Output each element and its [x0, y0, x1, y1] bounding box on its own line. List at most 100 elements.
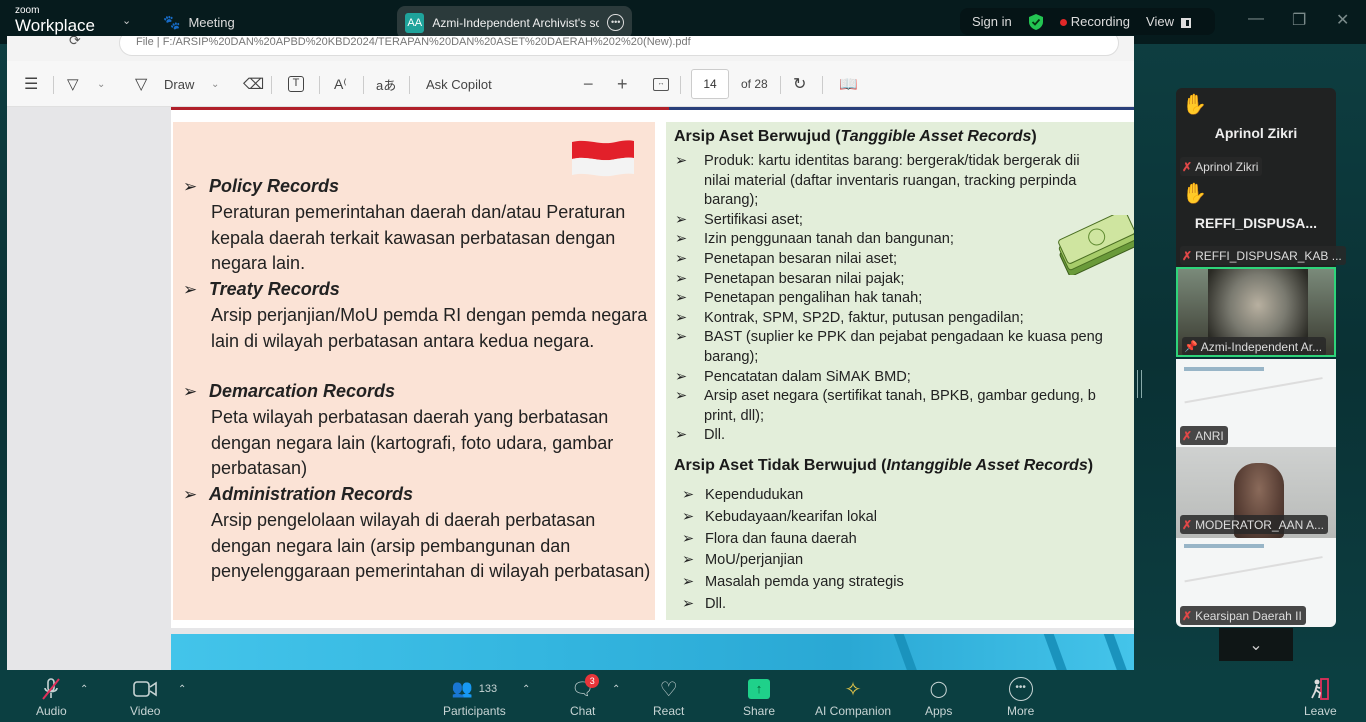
participant-name: Aprinol Zikri	[1195, 159, 1259, 174]
zoom-out-icon[interactable]: −	[583, 61, 594, 107]
sharer-avatar: AA	[405, 12, 425, 33]
chat-icon-wrap: 🗨 3	[571, 674, 600, 702]
participants-gallery: ✋ Aprinol Zikri ✗ Aprinol Zikri ✋ REFFI_D…	[1176, 88, 1346, 627]
item-text: Penetapan pengalihan hak tanah;	[704, 290, 923, 307]
url-field[interactable]: File | F:/ARSIP%20DAN%20APBD%20KBD2024/T…	[119, 36, 1119, 56]
chat-options-caret[interactable]: ⌃	[612, 684, 620, 695]
paw-icon: 🐾	[163, 14, 181, 30]
arrow-bullet-icon: ➢	[682, 508, 695, 525]
title-text: Arsip Aset Berwujud (	[674, 128, 841, 145]
item-text: Sertifikasi aset;	[704, 211, 803, 228]
participant-nametag[interactable]: ✗ ANRI	[1180, 426, 1228, 445]
chat-label: Chat	[570, 704, 596, 718]
demarcation-records-item: Demarcation Records Peta wilayah perbata…	[183, 379, 653, 482]
section-heading: Administration Records	[183, 482, 653, 508]
thumbnail-decor	[1184, 556, 1328, 610]
thumbnail-decor	[1184, 377, 1328, 431]
video-button[interactable]: Video	[130, 676, 160, 718]
item-text: barang);	[704, 348, 759, 365]
mic-muted-icon	[40, 676, 62, 702]
tangible-list-item: print, dll);	[674, 407, 1103, 427]
eraser-icon[interactable]: ⌫	[243, 61, 264, 107]
chevron-down-icon[interactable]: ⌄	[211, 61, 219, 107]
text-box-icon[interactable]: T	[288, 61, 304, 107]
rotate-icon[interactable]: ↻	[793, 61, 806, 107]
fit-width-icon[interactable]: ↔	[653, 61, 669, 107]
translate-icon[interactable]: aあ	[376, 61, 396, 107]
draw-button[interactable]: Draw	[164, 61, 194, 107]
participant-nametag[interactable]: ✗ Aprinol Zikri	[1180, 157, 1263, 176]
participant-nametag[interactable]: ✗ Kearsipan Daerah II	[1180, 606, 1306, 625]
view-label: View	[1146, 14, 1174, 29]
participant-name: MODERATOR_AAN A...	[1195, 517, 1324, 532]
tangible-list-item: ➢ Sertifikasi aset;	[674, 211, 1103, 231]
raised-hand-icon: ✋	[1182, 94, 1207, 116]
tangible-list-item: ➢ Penetapan besaran nilai pajak;	[674, 270, 1103, 290]
address-bar: ⟳ File | F:/ARSIP%20DAN%20APBD%20KBD2024…	[7, 36, 1134, 61]
zoom-workplace-logo[interactable]: zoom Workplace	[15, 6, 95, 35]
close-icon[interactable]: ✕	[1336, 10, 1349, 30]
tangible-list-item: ➢ Kontrak, SPM, SP2D, faktur, putusan pen…	[674, 309, 1103, 329]
arrow-bullet-icon: ➢	[675, 309, 688, 326]
scroll-participants-down-button[interactable]: ⌄	[1219, 628, 1293, 661]
intangible-list: ➢ Kependudukan ➢ Kebudayaan/kearifan lokal ➢…	[682, 485, 904, 616]
intangible-list-item: ➢ Kebudayaan/kearifan lokal	[682, 507, 904, 529]
page-number-input[interactable]: 14	[691, 69, 729, 99]
decor-stripe	[1043, 634, 1069, 670]
item-text: Penetapan besaran nilai pajak;	[704, 270, 905, 287]
section-body: Peraturan pemerintahan daerah dan/atau P…	[211, 201, 626, 274]
participant-tile[interactable]: ✗ Kearsipan Daerah II	[1176, 538, 1336, 627]
maximize-icon[interactable]: ❐	[1292, 10, 1306, 30]
page-view-icon[interactable]: 📖	[839, 61, 858, 107]
draw-icon[interactable]: ▽	[135, 61, 147, 107]
more-options-icon[interactable]: •••	[607, 14, 624, 31]
participant-nametag[interactable]: ✗ REFFI_DISPUSAR_KAB ...	[1180, 246, 1346, 265]
participants-options-caret[interactable]: ⌃	[522, 684, 530, 695]
contents-icon[interactable]: ☰	[24, 61, 38, 107]
audio-options-caret[interactable]: ⌃	[80, 684, 88, 695]
screen-share-indicator[interactable]: AA Azmi-Independent Archivist's screen •…	[397, 6, 632, 39]
chevron-down-icon[interactable]: ⌄	[122, 14, 131, 27]
asset-records-panel: Arsip Aset Berwujud (Tanggible Asset Rec…	[666, 122, 1134, 620]
participants-button[interactable]: 👥 133 Participants	[443, 676, 506, 718]
arrow-bullet-icon: ➢	[675, 368, 688, 385]
apps-button[interactable]: ◯ Apps	[925, 676, 952, 718]
refresh-icon[interactable]: ⟳	[69, 36, 81, 49]
highlight-icon[interactable]: ▽	[67, 61, 79, 107]
sign-in-button[interactable]: Sign in	[972, 14, 1012, 29]
section-heading: Policy Records	[183, 174, 653, 200]
divider	[822, 76, 823, 94]
participant-name: Azmi-Independent Ar...	[1200, 339, 1323, 354]
ask-copilot-button[interactable]: Ask Copilot	[426, 61, 492, 107]
leave-icon	[1309, 676, 1331, 702]
pin-icon: 📌	[1184, 341, 1198, 353]
participant-video-tile-active[interactable]: 📌 Azmi-Independent Ar...	[1176, 267, 1336, 357]
audio-button[interactable]: Audio	[36, 676, 67, 718]
participant-video-tile[interactable]: ✗ MODERATOR_AAN A...	[1176, 447, 1336, 538]
leave-button[interactable]: Leave	[1304, 676, 1337, 718]
shield-check-icon[interactable]	[1028, 13, 1044, 31]
minimize-icon[interactable]: —	[1248, 10, 1264, 28]
chevron-down-icon[interactable]: ⌄	[97, 61, 105, 107]
participant-nametag[interactable]: 📌 Azmi-Independent Ar...	[1182, 337, 1327, 355]
section-body: Arsip perjanjian/MoU pemda RI dengan pem…	[211, 304, 648, 351]
read-aloud-icon[interactable]: A⁽	[334, 61, 347, 107]
slide-page: Policy Records Peraturan pemerintahan da…	[171, 107, 1134, 628]
page-total: of 28	[741, 77, 768, 91]
meeting-tab[interactable]: 🐾 Meeting	[163, 14, 235, 31]
splitter-handle[interactable]	[1137, 370, 1142, 398]
participant-nametag[interactable]: ✗ MODERATOR_AAN A...	[1180, 515, 1328, 534]
chat-button[interactable]: 🗨 3 Chat	[570, 674, 600, 718]
participant-tile[interactable]: ✗ ANRI	[1176, 359, 1336, 447]
mic-muted-icon: ✗	[1182, 517, 1193, 532]
react-label: React	[653, 704, 685, 718]
share-button[interactable]: ↑ Share	[743, 676, 775, 718]
react-button[interactable]: ♡ React	[653, 676, 685, 719]
zoom-in-icon[interactable]: +	[617, 61, 628, 107]
video-options-caret[interactable]: ⌃	[178, 684, 186, 695]
view-button[interactable]: View	[1146, 14, 1191, 29]
recording-indicator[interactable]: Recording	[1059, 14, 1130, 29]
ai-companion-button[interactable]: ✧ AI Companion	[815, 676, 891, 719]
more-button[interactable]: ••• More	[1007, 676, 1034, 718]
tangible-list-item: barang);	[674, 191, 1103, 211]
